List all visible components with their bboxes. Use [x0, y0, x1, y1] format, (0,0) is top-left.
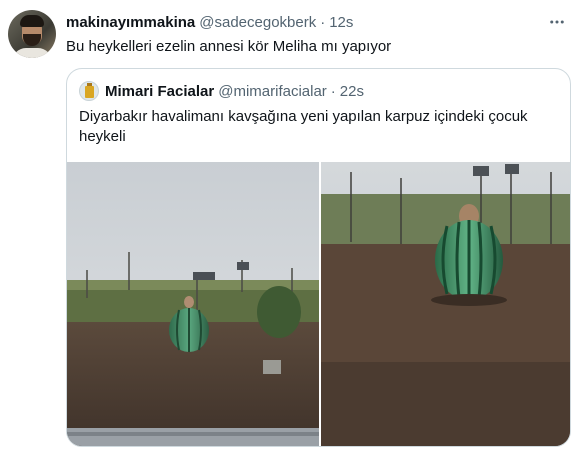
avatar-shirt: [12, 48, 52, 58]
photo-left-image: [67, 162, 319, 446]
photo-left[interactable]: [67, 162, 319, 446]
quote-separator-dot: ·: [330, 82, 336, 100]
quote-avatar-building: [85, 86, 94, 98]
photo-right[interactable]: [321, 162, 570, 446]
user-handle[interactable]: @sadecegokberk: [199, 14, 316, 31]
more-horizontal-icon: [550, 20, 564, 24]
avatar[interactable]: [8, 10, 56, 58]
timestamp[interactable]: 12s: [329, 14, 353, 31]
photo-right-image: [321, 162, 570, 446]
display-name[interactable]: makinayımmakina: [66, 14, 195, 31]
quote-user-handle[interactable]: @mimarifacialar: [218, 83, 327, 100]
tweet-header: makinayımmakina @sadecegokberk · 12s: [66, 12, 353, 32]
tweet-text: Bu heykelleri ezelin annesi kör Meliha m…: [66, 38, 392, 55]
separator-dot: ·: [320, 13, 326, 31]
media-grid: [67, 162, 570, 446]
quote-timestamp[interactable]: 22s: [340, 83, 364, 100]
avatar-hair: [20, 15, 44, 27]
quote-header: Mimari Facialar @mimarifacialar · 22s: [79, 81, 364, 101]
avatar-beard: [23, 34, 41, 46]
more-options-button[interactable]: [547, 12, 567, 32]
tweet[interactable]: makinayımmakina @sadecegokberk · 12s Bu …: [0, 0, 581, 454]
quote-display-name[interactable]: Mimari Facialar: [105, 83, 214, 100]
quote-text: Diyarbakır havalimanı kavşağına yeni yap…: [79, 108, 528, 145]
quote-tweet-card[interactable]: Mimari Facialar @mimarifacialar · 22s Di…: [66, 68, 571, 447]
quote-avatar[interactable]: [79, 81, 99, 101]
